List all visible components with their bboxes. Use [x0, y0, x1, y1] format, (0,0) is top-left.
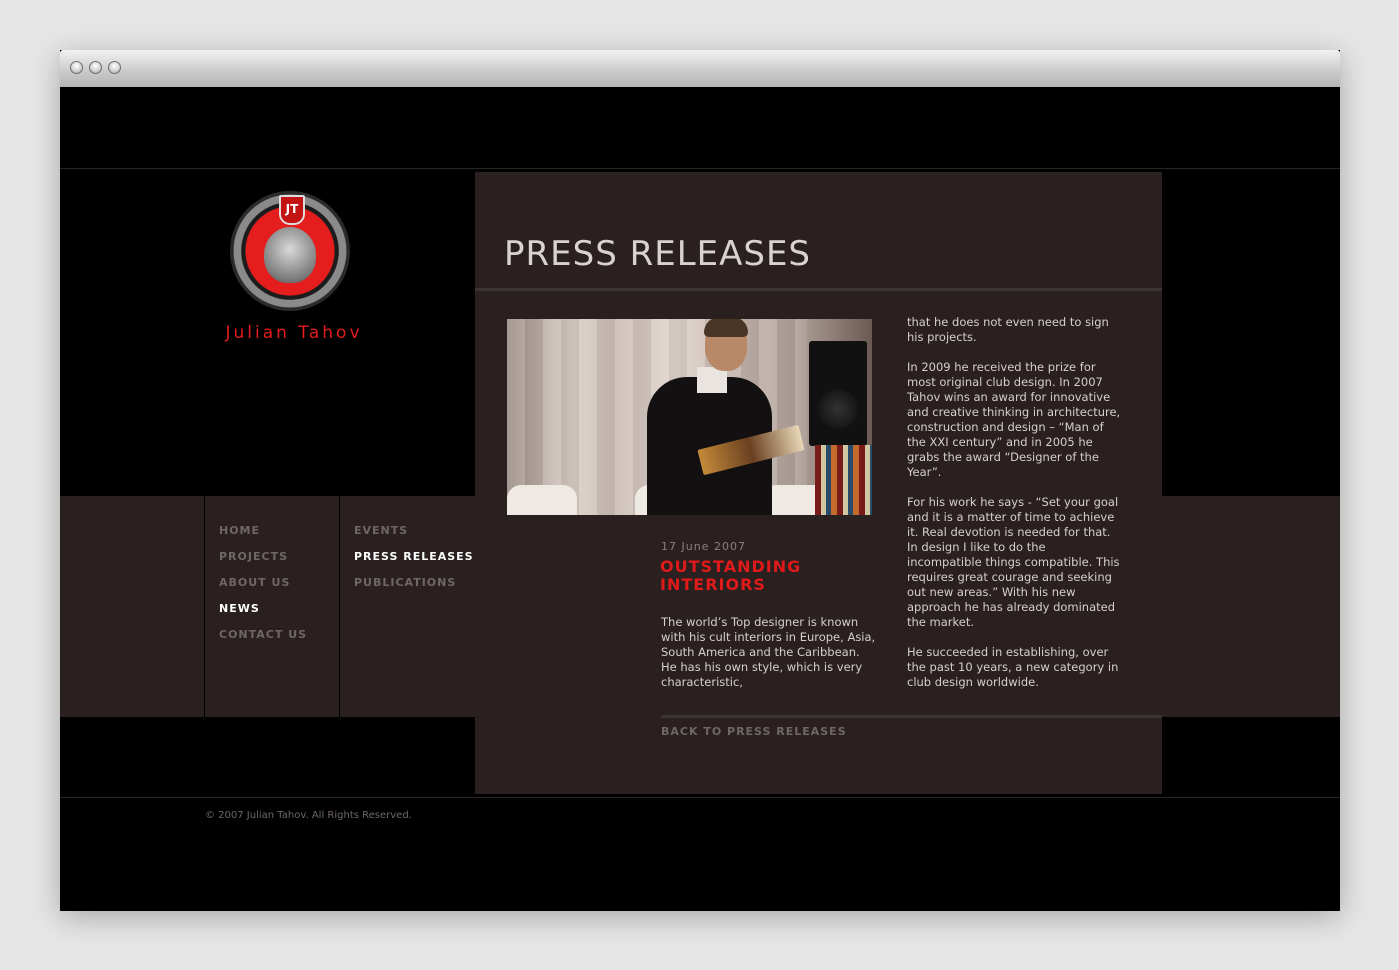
- title-divider: [475, 288, 1162, 291]
- header-divider: [60, 168, 1340, 169]
- article-paragraph: In 2009 he received the prize for most o…: [907, 360, 1121, 479]
- nav-band: [60, 496, 475, 717]
- subnav-events[interactable]: EVENTS: [354, 524, 408, 537]
- medusa-face-icon: [264, 227, 316, 283]
- article-body-col1: The world’s Top designer is known with h…: [661, 615, 876, 705]
- article-paragraph: The world’s Top designer is known with h…: [661, 615, 876, 689]
- window-minimize-button[interactable]: [89, 61, 102, 74]
- window-close-button[interactable]: [70, 61, 83, 74]
- article-paragraph: For his work he says - “Set your goal an…: [907, 495, 1120, 629]
- back-divider: [661, 715, 1162, 718]
- nav-projects[interactable]: PROJECTS: [219, 550, 288, 563]
- article-date: 17 June 2007: [661, 540, 746, 553]
- article-headline: OUTSTANDING INTERIORS: [660, 557, 802, 594]
- nav-news[interactable]: NEWS: [219, 602, 260, 615]
- nav-home[interactable]: HOME: [219, 524, 260, 537]
- browser-window: JT Julian Tahov HOME PROJECTS ABOUT US N…: [60, 50, 1340, 911]
- medusa-medallion-icon[interactable]: JT: [230, 191, 350, 311]
- article-paragraph: that he does not even need to sign his p…: [907, 315, 1109, 344]
- nav-about-us[interactable]: ABOUT US: [219, 576, 290, 589]
- back-to-press-releases-link[interactable]: BACK TO PRESS RELEASES: [661, 725, 847, 738]
- monogram-shield-icon: JT: [279, 195, 305, 225]
- window-titlebar: [60, 50, 1340, 87]
- window-zoom-button[interactable]: [108, 61, 121, 74]
- subnav-press-releases[interactable]: PRESS RELEASES: [354, 550, 474, 563]
- content-panel: PRESS RELEASES 17 June 2007 OUTSTANDING …: [475, 172, 1162, 794]
- nav-divider-middle: [339, 496, 340, 717]
- footer-copyright: © 2007 Julian Tahov. All Rights Reserved…: [205, 810, 412, 821]
- nav-divider-left: [204, 496, 205, 717]
- page-title: PRESS RELEASES: [504, 234, 812, 274]
- article-body-col2: that he does not even need to sign his p…: [907, 315, 1122, 705]
- nav-contact-us[interactable]: CONTACT US: [219, 628, 307, 641]
- article-photo: [507, 319, 872, 515]
- article-paragraph: He succeeded in establishing, over the p…: [907, 645, 1119, 689]
- subnav-publications[interactable]: PUBLICATIONS: [354, 576, 456, 589]
- footer-divider: [60, 797, 1340, 798]
- nav-band-right: [1162, 496, 1340, 717]
- brand-name[interactable]: Julian Tahov: [220, 323, 368, 343]
